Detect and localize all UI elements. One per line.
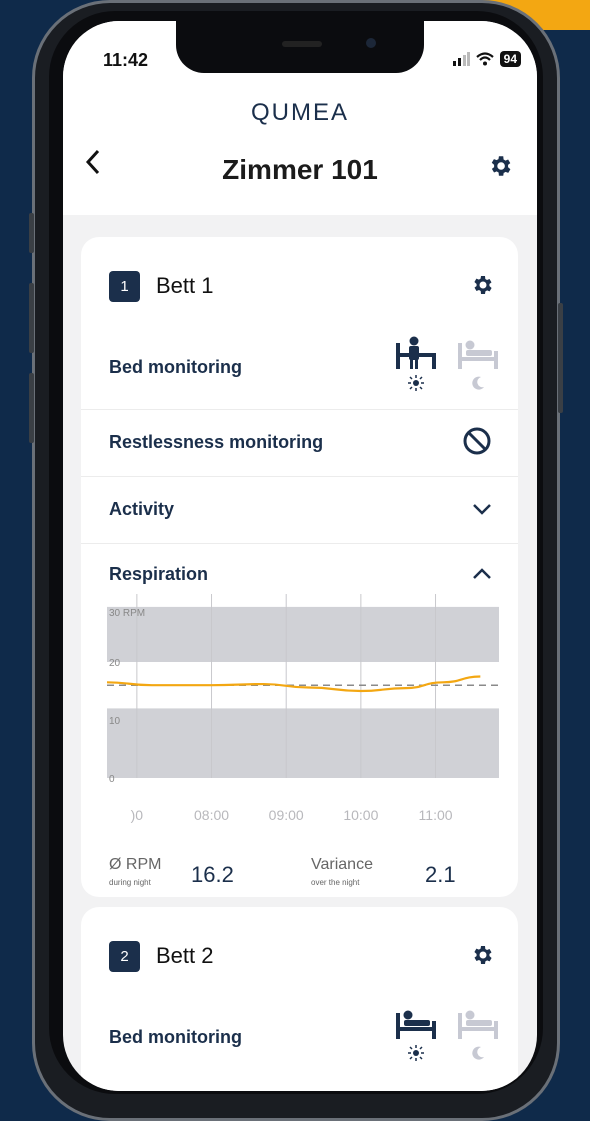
status-bar: 11:42 94 xyxy=(63,21,537,85)
speaker-grille xyxy=(282,41,322,47)
lower-out-of-range-band xyxy=(107,708,499,778)
moon-icon xyxy=(472,1046,484,1060)
bed-card-header: 1 Bett 1 xyxy=(81,237,518,329)
patient-sitting-bed-icon xyxy=(396,336,436,369)
app-header: QUMEA Zimmer 101 xyxy=(63,85,537,215)
bed-settings-button[interactable] xyxy=(470,273,494,302)
x-tick-label: 10:00 xyxy=(343,807,378,823)
bed-monitoring-row: Bed monitoring xyxy=(81,329,518,409)
notch xyxy=(176,21,424,73)
mute-switch xyxy=(29,213,34,253)
bed-monitoring-label: Bed monitoring xyxy=(109,1027,242,1047)
restlessness-monitoring-row[interactable]: Restlessness monitoring xyxy=(81,409,518,476)
signal-icon xyxy=(452,52,470,66)
activity-row[interactable]: Activity xyxy=(81,476,518,543)
respiration-label: Respiration xyxy=(109,564,209,584)
variance-sublabel: over the night xyxy=(311,878,360,887)
sun-icon xyxy=(408,375,424,391)
respiration-chart-svg: )0 08:00 09:00 10:00 11:00 30 RPM 20 10 0 xyxy=(81,594,499,823)
gear-icon xyxy=(474,946,492,964)
y-tick-label: 20 xyxy=(109,658,121,669)
respiration-stats: Ø RPM during night 16.2 Variance over th… xyxy=(109,856,499,897)
x-tick-label: 08:00 xyxy=(194,807,229,823)
sun-icon xyxy=(408,1045,424,1061)
moon-icon xyxy=(472,376,484,390)
x-tick-label: )0 xyxy=(131,807,144,823)
night-mode-toggle[interactable] xyxy=(456,1005,500,1061)
volume-up-button xyxy=(29,283,34,353)
status-time: 11:42 xyxy=(103,50,149,70)
chevron-down-icon xyxy=(473,504,491,515)
page-title: Zimmer 101 xyxy=(222,154,378,185)
bed-title: Bett 2 xyxy=(156,943,214,968)
front-camera xyxy=(366,38,376,48)
bed-number-badge: 1 xyxy=(109,271,140,302)
volume-down-button xyxy=(29,373,34,443)
y-tick-label: 0 xyxy=(109,774,115,785)
patient-lying-bed-icon xyxy=(396,1010,436,1039)
x-tick-label: 09:00 xyxy=(269,807,304,823)
app-screen: 11:42 94 QUMEA Zimmer 101 1 Bett 1 Bed m… xyxy=(63,21,537,1091)
qumea-logo: QUMEA xyxy=(63,99,537,127)
variance-label: Variance xyxy=(311,856,373,873)
disabled-icon xyxy=(463,427,491,455)
avg-rpm-sublabel: during night xyxy=(109,878,151,887)
bed-settings-button[interactable] xyxy=(470,943,494,972)
gear-icon xyxy=(491,156,511,176)
bed-monitoring-modes xyxy=(394,335,500,391)
chevron-up-icon[interactable] xyxy=(472,568,492,580)
y-tick-label: 10 xyxy=(109,716,121,727)
day-mode-toggle[interactable] xyxy=(394,1005,438,1061)
wifi-icon xyxy=(475,52,494,66)
bed-monitoring-modes xyxy=(394,1005,500,1061)
restlessness-label: Restlessness monitoring xyxy=(109,432,324,452)
bed-card-header: 2 Bett 2 xyxy=(81,907,518,999)
y-tick-label: 30 RPM xyxy=(109,608,145,619)
avg-rpm-label: Ø RPM xyxy=(109,856,162,873)
respiration-chart: )0 08:00 09:00 10:00 11:00 30 RPM 20 10 0 xyxy=(81,594,499,852)
logo-text: QUMEA xyxy=(250,99,349,126)
variance-value: 2.1 xyxy=(425,862,456,887)
battery-indicator: 94 xyxy=(499,51,521,67)
power-button xyxy=(558,303,563,413)
bed-monitoring-label: Bed monitoring xyxy=(109,357,242,377)
respiration-section: Respiration )0 08:00 09:00 10:00 11:00 30 RPM… xyxy=(81,543,518,897)
patient-lying-bed-icon xyxy=(458,1010,498,1039)
avg-rpm-value: 16.2 xyxy=(191,862,234,887)
upper-out-of-range-band xyxy=(107,606,499,662)
phone-frame: 11:42 94 QUMEA Zimmer 101 1 Bett 1 Bed m… xyxy=(29,0,563,1121)
room-settings-button[interactable] xyxy=(487,153,513,184)
bed-card-2: 2 Bett 2 Bed monitoring xyxy=(81,907,518,1091)
status-icons: 94 xyxy=(452,51,521,67)
bed-number-badge: 2 xyxy=(109,941,140,972)
bed-title: Bett 1 xyxy=(156,273,214,298)
activity-label: Activity xyxy=(109,499,175,519)
bed-monitoring-row: Bed monitoring xyxy=(81,999,518,1079)
night-mode-toggle[interactable] xyxy=(456,335,500,391)
respiration-series-line xyxy=(81,675,481,693)
patient-lying-bed-icon xyxy=(458,340,498,369)
x-tick-label: 11:00 xyxy=(419,807,453,823)
gear-icon xyxy=(474,276,492,294)
bed-card-1: 1 Bett 1 Bed monitoring Restlessness mon… xyxy=(81,237,518,897)
day-mode-toggle[interactable] xyxy=(394,335,438,391)
